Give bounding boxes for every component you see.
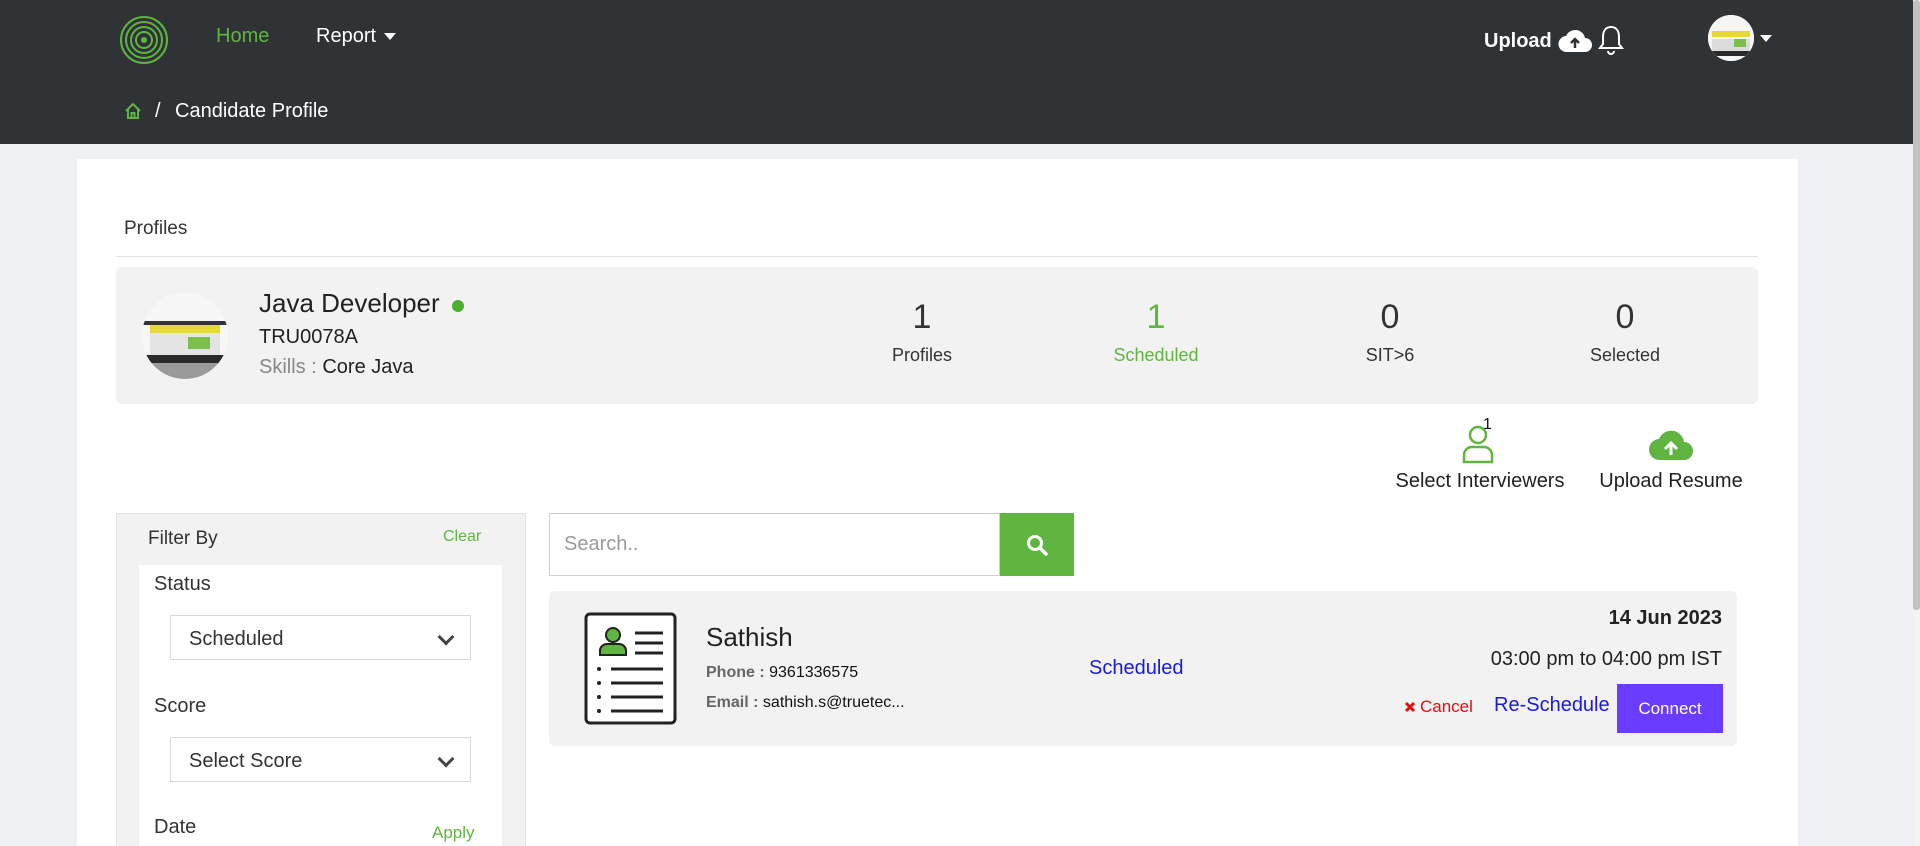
- stat-scheduled[interactable]: 1 Scheduled: [1076, 298, 1236, 366]
- home-icon[interactable]: [123, 101, 143, 121]
- logo-icon[interactable]: [119, 15, 169, 65]
- candidate-phone: Phone : 9361336575: [706, 664, 858, 682]
- apply-date-link[interactable]: Apply: [432, 823, 475, 843]
- stat-label: Scheduled: [1113, 345, 1199, 365]
- stat-label: Selected: [1589, 345, 1661, 365]
- connect-button[interactable]: Connect: [1617, 684, 1723, 733]
- status-select-value: Scheduled: [189, 628, 284, 650]
- stat-profiles[interactable]: 1 Profiles: [842, 298, 1002, 366]
- stat-label: Profiles: [891, 345, 953, 365]
- phone-key: Phone :: [706, 664, 765, 681]
- divider: [116, 256, 1758, 257]
- stat-value: 1: [912, 298, 932, 336]
- stat-sit[interactable]: 0 SIT>6: [1310, 298, 1470, 366]
- resume-icon: [584, 612, 677, 725]
- score-select[interactable]: Select Score: [170, 737, 471, 782]
- search-input[interactable]: [549, 513, 1000, 576]
- nav-home-link[interactable]: Home: [216, 25, 269, 48]
- select-interviewers-label: Select Interviewers: [1395, 470, 1565, 492]
- score-filter-label: Score: [154, 695, 207, 717]
- upload-button[interactable]: Upload: [1484, 28, 1592, 54]
- email-key: Email :: [706, 694, 759, 711]
- chevron-down-icon: [384, 33, 397, 40]
- breadcrumb-separator: /: [155, 100, 161, 122]
- avatar-chevron-down-icon[interactable]: [1760, 35, 1772, 42]
- cloud-upload-icon: [1649, 430, 1693, 461]
- candidate-name: Sathish: [706, 622, 793, 652]
- interview-date: 14 Jun 2023: [1608, 607, 1722, 629]
- filter-title: Filter By: [148, 528, 218, 549]
- section-title: Profiles: [124, 218, 188, 239]
- status-select[interactable]: Scheduled: [170, 615, 471, 660]
- job-title: Java Developer: [259, 288, 440, 318]
- breadcrumb-current: Candidate Profile: [175, 100, 329, 122]
- clear-filter-link[interactable]: Clear: [443, 528, 481, 546]
- interview-time: 03:00 pm to 04:00 pm IST: [1490, 648, 1722, 670]
- stat-value: 0: [1380, 298, 1400, 336]
- chevron-down-icon: [437, 628, 455, 646]
- select-interviewers-button[interactable]: Select Interviewers: [1392, 422, 1568, 498]
- stat-label: SIT>6: [1365, 345, 1415, 365]
- nav-report-label: Report: [316, 25, 377, 47]
- upload-resume-label: Upload Resume: [1599, 470, 1743, 492]
- score-select-value: Select Score: [189, 750, 303, 772]
- job-image-icon: [142, 293, 228, 379]
- scrollbar-thumb[interactable]: [1913, 0, 1920, 610]
- upload-label: Upload: [1484, 29, 1552, 52]
- top-navbar: [0, 0, 1913, 78]
- status-dot-icon: [452, 300, 464, 312]
- phone-value: 9361336575: [769, 664, 859, 681]
- interviewers-count-badge: 1: [1483, 416, 1492, 433]
- email-value: sathish.s@truetec...: [762, 694, 905, 711]
- upload-resume-button[interactable]: Upload Resume: [1592, 422, 1750, 498]
- job-avatar: [142, 293, 228, 379]
- cloud-upload-icon: [1558, 29, 1592, 53]
- reschedule-link[interactable]: Re-Schedule: [1494, 694, 1610, 717]
- cancel-label: Cancel: [1420, 697, 1473, 716]
- user-avatar[interactable]: [1708, 15, 1754, 61]
- status-filter-label: Status: [154, 573, 211, 595]
- close-icon: [1404, 701, 1416, 713]
- cancel-interview-link[interactable]: Cancel: [1404, 697, 1473, 717]
- stat-value: 0: [1615, 298, 1635, 336]
- search-button[interactable]: [1000, 513, 1074, 576]
- stat-value: 1: [1146, 298, 1166, 336]
- candidate-status: Scheduled: [1089, 657, 1184, 679]
- chevron-down-icon: [437, 750, 455, 768]
- job-skills: Skills : Core Java: [259, 356, 414, 379]
- candidate-email: Email : sathish.s@truetec...: [706, 694, 905, 712]
- user-icon: [1462, 425, 1494, 464]
- avatar-image-icon: [1708, 15, 1754, 61]
- skills-value: Core Java: [322, 356, 414, 378]
- nav-report-menu[interactable]: Report: [316, 25, 397, 48]
- skills-key: Skills :: [259, 356, 317, 378]
- stat-selected[interactable]: 0 Selected: [1545, 298, 1705, 366]
- date-filter-label: Date: [154, 816, 197, 838]
- job-code: TRU0078A: [259, 326, 358, 348]
- search-icon: [1027, 534, 1048, 556]
- bell-icon[interactable]: [1596, 24, 1626, 56]
